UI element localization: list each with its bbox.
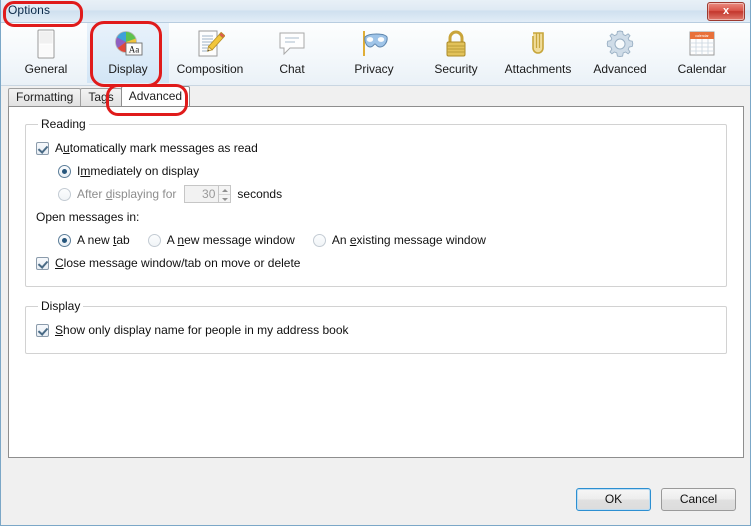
toolbar-item-label: Security	[434, 62, 478, 76]
auto-mark-read-row[interactable]: Automatically mark messages as read	[36, 138, 716, 158]
reading-group-legend: Reading	[41, 117, 86, 131]
cancel-button[interactable]: Cancel	[661, 488, 736, 511]
toolbar-item-calendar[interactable]: calendar Calendar	[661, 23, 743, 83]
toolbar-item-attachments[interactable]: Attachments	[497, 23, 579, 83]
stepper-down-icon[interactable]	[219, 193, 231, 203]
seconds-units-label: seconds	[237, 187, 283, 201]
security-padlock-icon	[439, 27, 473, 61]
close-message-window-label: Close message window/tab on move or dele…	[55, 256, 301, 270]
toolbar-item-advanced[interactable]: Advanced	[579, 23, 661, 83]
after-displaying-label: After displaying for	[77, 187, 177, 201]
stepper-buttons[interactable]	[218, 185, 232, 203]
after-displaying-seconds-input[interactable]: 30	[184, 185, 219, 203]
title-bar: Options x	[1, 0, 750, 23]
tab-tags[interactable]: Tags	[80, 88, 122, 106]
toolbar-item-label: Composition	[176, 62, 244, 76]
immediately-on-display-row[interactable]: Immediately on display	[36, 161, 716, 181]
attachments-paperclip-icon	[521, 27, 555, 61]
open-in-existing-window-label: An existing message window	[331, 233, 486, 247]
toolbar-item-label: Advanced	[593, 62, 647, 76]
svg-text:Aa: Aa	[129, 45, 140, 55]
toolbar-item-label: Calendar	[677, 62, 727, 76]
auto-mark-read-checkbox[interactable]	[36, 141, 49, 155]
open-in-new-tab-radio[interactable]	[58, 233, 71, 247]
toolbar-item-label: Attachments	[504, 62, 572, 76]
advanced-gear-icon	[603, 27, 637, 61]
options-toolbar: General Aa Display Composition Chat Priv…	[1, 23, 750, 86]
toolbar-item-label: Privacy	[354, 62, 394, 76]
show-display-name-label: Show only display name for people in my …	[55, 323, 349, 337]
tab-advanced[interactable]: Advanced	[120, 86, 191, 106]
open-in-new-window-label: A new message window	[166, 233, 295, 247]
immediately-on-display-radio[interactable]	[58, 164, 71, 178]
immediately-on-display-label: Immediately on display	[77, 164, 200, 178]
close-message-window-checkbox[interactable]	[36, 256, 49, 270]
reading-group: Reading Automatically mark messages as r…	[25, 117, 727, 287]
close-icon[interactable]: x	[707, 2, 745, 21]
toolbar-item-label: Chat	[279, 62, 305, 76]
close-message-window-row[interactable]: Close message window/tab on move or dele…	[36, 253, 716, 273]
window-title: Options	[8, 3, 51, 17]
display-colorwheel-icon: Aa	[111, 27, 145, 61]
show-display-name-checkbox[interactable]	[36, 323, 49, 337]
show-display-name-row[interactable]: Show only display name for people in my …	[36, 320, 716, 340]
after-displaying-row[interactable]: After displaying for 30 seconds	[36, 184, 716, 204]
open-messages-in-label: Open messages in:	[36, 210, 140, 224]
toolbar-item-chat[interactable]: Chat	[251, 23, 333, 83]
toolbar-item-privacy[interactable]: Privacy	[333, 23, 415, 83]
options-dialog: Options x General Aa Display Composition…	[0, 0, 751, 526]
privacy-mask-icon	[357, 27, 391, 61]
toolbar-item-display[interactable]: Aa Display	[87, 23, 169, 83]
chat-bubble-icon	[275, 27, 309, 61]
tab-panel-advanced: Reading Automatically mark messages as r…	[8, 106, 744, 458]
stepper-up-icon[interactable]	[219, 186, 230, 194]
display-group: Display Show only display name for peopl…	[25, 299, 727, 354]
open-in-existing-window-radio[interactable]	[312, 233, 326, 247]
svg-text:calendar: calendar	[695, 34, 709, 38]
display-group-legend: Display	[41, 299, 81, 313]
open-messages-options-row: A new tab A new message window An existi…	[36, 230, 716, 250]
after-displaying-stepper[interactable]: 30	[184, 185, 232, 203]
after-displaying-radio[interactable]	[58, 187, 71, 201]
toolbar-item-composition[interactable]: Composition	[169, 23, 251, 83]
tab-formatting[interactable]: Formatting	[8, 88, 82, 106]
open-messages-in-label-row: Open messages in:	[36, 207, 716, 227]
ok-button[interactable]: OK	[576, 488, 651, 511]
open-in-new-tab-label: A new tab	[77, 233, 130, 247]
composition-pencil-icon	[193, 27, 227, 61]
calendar-icon: calendar	[685, 27, 719, 61]
dialog-footer: OK Cancel	[1, 458, 750, 525]
toolbar-item-security[interactable]: Security	[415, 23, 497, 83]
dialog-buttons: OK Cancel	[576, 488, 736, 511]
auto-mark-read-label: Automatically mark messages as read	[55, 141, 258, 155]
tab-strip: Formatting Tags Advanced	[1, 86, 750, 106]
toolbar-item-general[interactable]: General	[5, 23, 87, 83]
toolbar-item-label: General	[24, 62, 68, 76]
open-in-new-window-radio[interactable]	[147, 233, 161, 247]
general-document-icon	[29, 27, 63, 61]
toolbar-item-label: Display	[108, 62, 148, 76]
